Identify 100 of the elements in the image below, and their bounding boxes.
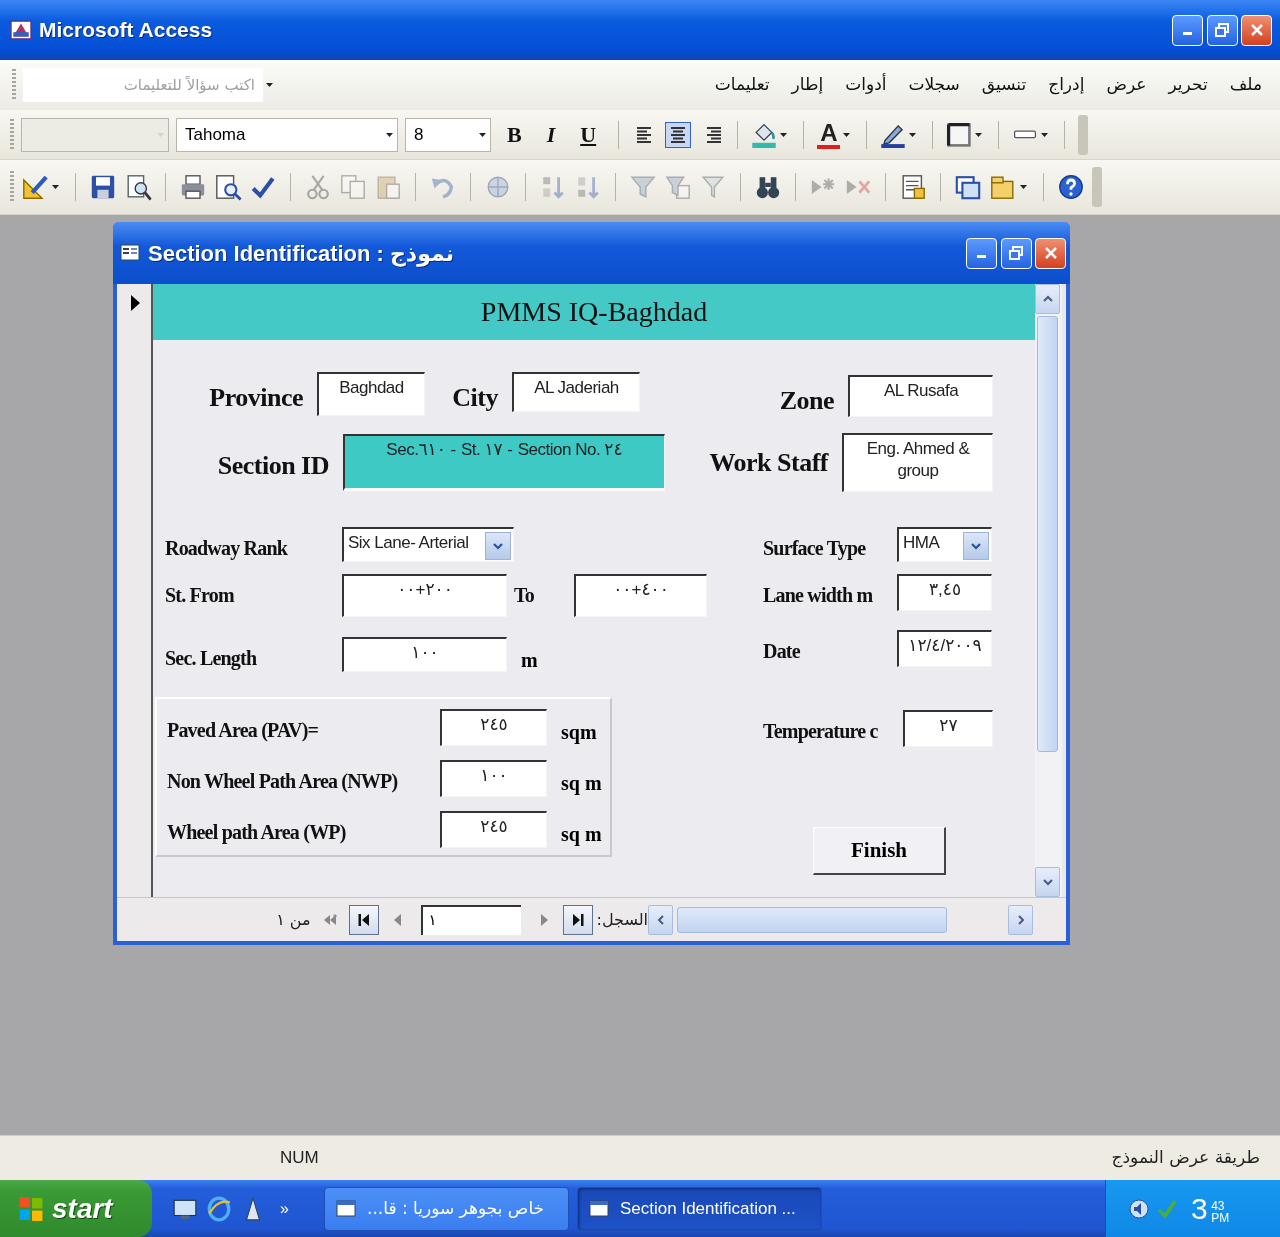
- scrollbar-thumb[interactable]: [677, 906, 947, 933]
- text-field[interactable]: Baghdad: [317, 372, 425, 416]
- chevron-down-icon: [492, 541, 504, 551]
- dropdown-arrow[interactable]: [1017, 185, 1030, 189]
- menu-item[interactable]: تحرير: [1164, 70, 1212, 100]
- check-mark-icon[interactable]: [1156, 1197, 1178, 1220]
- toolbar-options-handle[interactable]: [1078, 114, 1089, 155]
- more-button[interactable]: »: [280, 1196, 289, 1221]
- speaker-icon[interactable]: [1128, 1197, 1150, 1220]
- field-label: Lane width m: [763, 583, 874, 608]
- text-field[interactable]: ٠٠+٤٠٠: [574, 574, 707, 617]
- taskbar-button[interactable]: Section Identification ...: [577, 1186, 822, 1231]
- text-field[interactable]: Eng. Ahmed & group: [842, 433, 993, 492]
- menu-item[interactable]: عرض: [1102, 70, 1151, 100]
- close-icon: [1042, 245, 1059, 261]
- caret-icon: [780, 132, 788, 137]
- field-label: Sec. Length: [165, 646, 258, 672]
- chevron-right-icon: [1015, 913, 1026, 926]
- menu-item[interactable]: تنسيق: [977, 70, 1031, 100]
- text-field[interactable]: ٠٠+٢٠٠: [342, 574, 507, 617]
- text-field[interactable]: ١٢/٤/٢٠٠٩: [897, 630, 992, 667]
- combo-box[interactable]: HMA: [897, 527, 992, 562]
- underline-button[interactable]: U: [571, 118, 606, 151]
- text-field[interactable]: ٣,٤٥: [897, 574, 992, 611]
- globe-icon[interactable]: [206, 1195, 232, 1222]
- menu-item[interactable]: سجلات: [904, 70, 964, 100]
- text-field[interactable]: ٢٤٥: [440, 811, 547, 848]
- scroll-right-button[interactable]: [1008, 904, 1033, 935]
- dropdown-button[interactable]: [963, 532, 989, 560]
- text-field[interactable]: AL Rusafa: [848, 375, 993, 417]
- text-field[interactable]: ١٠٠: [440, 760, 547, 797]
- printer-icon[interactable]: [179, 173, 207, 201]
- font-combo-box[interactable]: Tahoma: [176, 117, 398, 152]
- scrollbar-track[interactable]: [1035, 284, 1062, 897]
- last-record-button[interactable]: [562, 904, 593, 935]
- start-button[interactable]: start: [0, 1180, 152, 1237]
- text-field[interactable]: AL Jaderiah: [512, 372, 640, 412]
- menu-item[interactable]: إدراج: [1044, 70, 1089, 100]
- font-color-button[interactable]: A: [817, 120, 841, 149]
- minimize-button[interactable]: [966, 237, 997, 269]
- border-icon[interactable]: [946, 121, 973, 148]
- field-label: Province: [208, 382, 303, 414]
- scroll-left-button[interactable]: [648, 904, 673, 935]
- toolbar-grip[interactable]: [10, 171, 14, 203]
- align-center-button[interactable]: [665, 121, 692, 148]
- caret-icon: [1020, 185, 1027, 189]
- status-indicator: NUM: [280, 1147, 319, 1170]
- menu-item[interactable]: إطار: [787, 70, 828, 100]
- scroll-down-button[interactable]: [1035, 867, 1060, 897]
- ruler-pencil-icon[interactable]: [21, 173, 49, 201]
- caret-icon: [385, 132, 393, 137]
- record-count: من ١: [276, 908, 311, 932]
- field-label: Section ID: [216, 450, 329, 482]
- toolbar-grip[interactable]: [12, 69, 16, 101]
- toolbar-options-handle[interactable]: [1092, 167, 1102, 207]
- window-icon: [588, 1198, 610, 1219]
- scroll-up-button[interactable]: [1035, 284, 1060, 314]
- dropdown-arrow[interactable]: [263, 83, 276, 87]
- restore-button[interactable]: [1000, 237, 1032, 269]
- bold-button[interactable]: B: [498, 118, 531, 151]
- page-magnifier-icon[interactable]: [214, 173, 242, 201]
- minimize-icon: [1183, 32, 1192, 35]
- unit-label: m: [521, 648, 538, 673]
- menu-item[interactable]: أدوات: [841, 70, 891, 100]
- clock-period: PM: [1211, 1211, 1230, 1224]
- combo-box[interactable]: Six Lane- Arterial: [342, 527, 514, 562]
- minimize-button[interactable]: [1172, 14, 1203, 46]
- field-label: Wheel path Area (WP): [167, 820, 347, 846]
- caret-icon: [909, 132, 917, 137]
- help-search-field[interactable]: اكتب سؤالاً للتعليمات: [23, 68, 263, 102]
- menu-item[interactable]: تعليمات: [710, 70, 774, 100]
- close-button[interactable]: [1035, 237, 1066, 269]
- caret-icon: [52, 185, 59, 189]
- finish-button[interactable]: Finish: [813, 827, 946, 875]
- paint-bucket-icon[interactable]: [751, 121, 778, 148]
- app-icon: [10, 19, 32, 41]
- text-field[interactable]: ٢٤٥: [440, 709, 547, 746]
- toolbar-grip[interactable]: [10, 118, 14, 151]
- text-field[interactable]: ١٠٠: [342, 637, 507, 672]
- font-size-combo-box[interactable]: 8: [405, 117, 491, 152]
- caret-icon: [1041, 132, 1049, 137]
- restore-button[interactable]: [1206, 14, 1238, 46]
- chevron-down-icon: [970, 541, 982, 551]
- window-title: Microsoft Access: [39, 17, 213, 44]
- text-field[interactable]: ٢٧: [903, 710, 993, 747]
- scrollbar-track[interactable]: [648, 904, 1033, 935]
- close-button[interactable]: [1241, 14, 1272, 46]
- dropdown-button[interactable]: [485, 532, 511, 560]
- taskbar-button[interactable]: خاص بجوهر سوريا : قا...: [324, 1186, 569, 1231]
- window-stack-icon[interactable]: [954, 173, 982, 201]
- caret-icon: [843, 132, 851, 137]
- help-icon[interactable]: [1057, 173, 1085, 201]
- scrollbar-thumb[interactable]: [1037, 316, 1058, 752]
- record-label: السجل:: [596, 908, 648, 931]
- menu-item[interactable]: ملف: [1225, 70, 1266, 100]
- text-field[interactable]: Sec.٦١٠ - St. ١٧ - Section No. ٢٤: [343, 434, 665, 491]
- italic-button[interactable]: I: [537, 118, 565, 151]
- dropdown-arrow[interactable]: [49, 185, 62, 189]
- record-number-field[interactable]: ١: [420, 904, 521, 935]
- first-record-button[interactable]: [348, 904, 379, 935]
